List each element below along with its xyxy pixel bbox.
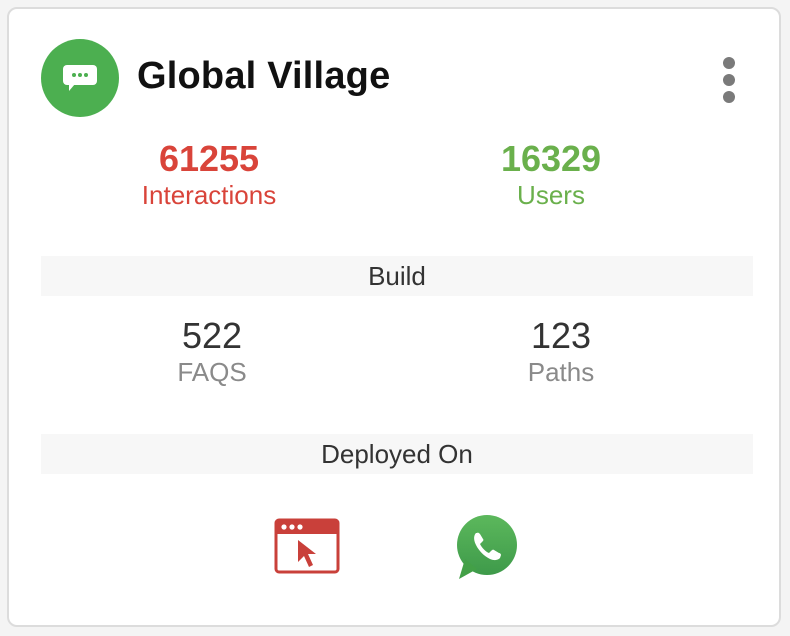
- deployed-section-header: Deployed On: [41, 434, 753, 474]
- paths-count: 123: [530, 315, 592, 356]
- bot-card: Global Village 61255 Interactions 16329 …: [7, 7, 781, 627]
- bot-title: Global Village: [137, 55, 391, 97]
- whatsapp-channel-button[interactable]: [451, 513, 519, 586]
- bot-avatar: [41, 39, 119, 117]
- more-options-icon[interactable]: [715, 57, 743, 103]
- web-channel-button[interactable]: [274, 518, 340, 579]
- paths-label: Paths: [527, 357, 595, 387]
- whatsapp-icon: [457, 515, 517, 579]
- interactions-count: 61255: [158, 138, 260, 179]
- build-section-header: Build: [41, 256, 753, 296]
- interactions-label: Interactions: [141, 180, 277, 210]
- paths-stat: 123 Paths: [411, 316, 711, 388]
- faqs-label: FAQS: [177, 357, 247, 387]
- browser-window-cursor-icon: [274, 518, 340, 574]
- interactions-stat: 61255 Interactions: [59, 139, 359, 211]
- users-label: Users: [517, 180, 585, 210]
- faqs-count: 522: [181, 315, 243, 356]
- users-count: 16329: [500, 138, 602, 179]
- users-stat: 16329 Users: [401, 139, 701, 211]
- chat-bubble-icon: [63, 65, 97, 91]
- faqs-stat: 522 FAQS: [62, 316, 362, 388]
